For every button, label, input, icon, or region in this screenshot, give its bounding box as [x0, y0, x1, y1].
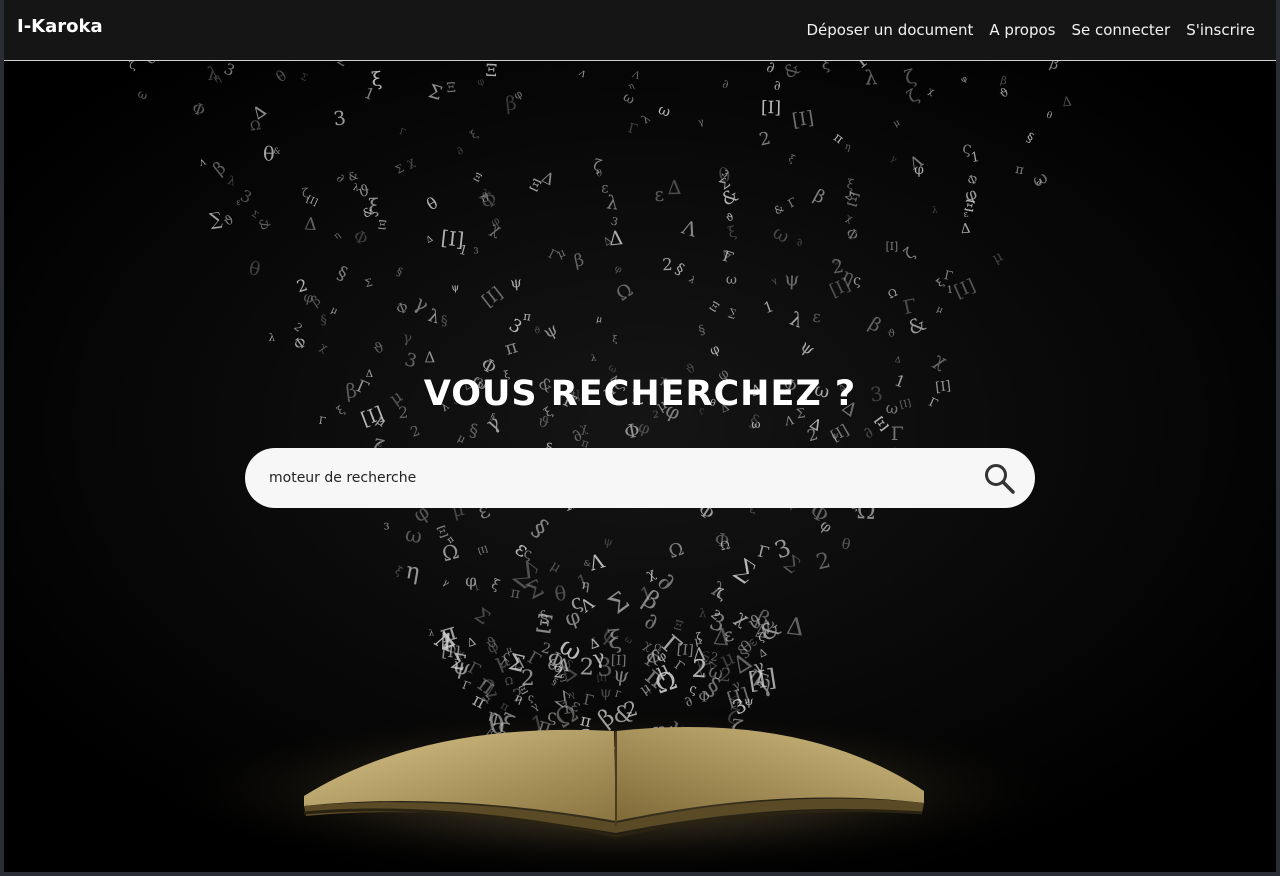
svg-text:2: 2: [662, 255, 673, 274]
svg-text:∂: ∂: [722, 77, 729, 91]
svg-text:3: 3: [383, 522, 390, 532]
navbar: I-Karoka Déposer un document A propos Se…: [4, 0, 1276, 61]
svg-text:[I]: [I]: [596, 672, 607, 683]
hero-section: 2[I]φω3ψξψψεΞπ∑ξςω[I]ΓΩπξΣ§ϑ∆μ§ηΓΞζΦπΣηζ…: [4, 61, 1276, 872]
search-input[interactable]: [269, 448, 959, 508]
svg-text:Δ: Δ: [304, 214, 317, 235]
svg-text:λ: λ: [864, 66, 878, 90]
svg-text:Δ: Δ: [960, 221, 971, 237]
svg-text:θ: θ: [263, 143, 275, 166]
svg-text:1: 1: [946, 284, 953, 295]
svg-text:&: &: [583, 558, 591, 568]
svg-text:ζ: ζ: [128, 61, 136, 72]
svg-text:Δ: Δ: [785, 612, 806, 642]
svg-text:ξ: ξ: [370, 67, 382, 91]
svg-text:λ: λ: [698, 606, 707, 621]
svg-text:φ: φ: [465, 571, 477, 590]
svg-text:Δ: Δ: [512, 654, 525, 673]
svg-text:ε: ε: [812, 307, 821, 327]
svg-text:Φ: Φ: [699, 690, 710, 706]
svg-text:λ: λ: [932, 206, 938, 216]
nav-signup[interactable]: S'inscrire: [1186, 21, 1255, 39]
svg-text:§: §: [320, 313, 327, 328]
svg-text:3: 3: [473, 245, 479, 255]
svg-text:Δ: Δ: [424, 348, 435, 366]
search-icon: [985, 464, 1015, 494]
svg-text:λ: λ: [268, 332, 276, 344]
nav-login[interactable]: Se connecter: [1071, 21, 1170, 39]
svg-text:[I]: [I]: [761, 98, 781, 118]
svg-text:[I]: [I]: [440, 226, 465, 251]
nav-about[interactable]: A propos: [989, 21, 1055, 39]
nav-deposit-document[interactable]: Déposer un document: [806, 21, 973, 39]
brand-logo[interactable]: I-Karoka: [17, 16, 103, 37]
svg-text:§: §: [441, 314, 448, 329]
svg-text:ξ: ξ: [821, 61, 831, 73]
svg-text:Φ: Φ: [714, 530, 730, 551]
svg-text:ξ: ξ: [607, 624, 623, 654]
svg-text:ε: ε: [654, 185, 665, 207]
svg-text:ω: ω: [726, 271, 738, 288]
svg-text:Δ: Δ: [1062, 94, 1073, 110]
search-bar: [245, 448, 1035, 508]
svg-text:ψ: ψ: [509, 274, 522, 292]
nav-links: Déposer un document A propos Se connecte…: [806, 21, 1255, 39]
svg-text:[I]: [I]: [791, 108, 816, 132]
svg-text:ψ: ψ: [831, 430, 839, 442]
svg-text:∆: ∆: [667, 176, 681, 199]
svg-text:∂: ∂: [773, 78, 781, 94]
svg-text:[I]: [I]: [611, 653, 627, 669]
svg-text:ψ: ψ: [600, 684, 612, 701]
svg-text:Ξ: Ξ: [485, 61, 498, 80]
search-button[interactable]: [983, 462, 1017, 496]
svg-text:ε: ε: [601, 181, 608, 197]
svg-text:ψ: ψ: [451, 282, 460, 294]
svg-text:[I]: [I]: [886, 240, 899, 253]
svg-text:Ξ: Ξ: [378, 218, 388, 233]
svg-text:ε: ε: [236, 197, 240, 207]
svg-text:ψ: ψ: [784, 268, 800, 291]
svg-text:Ξ: Ξ: [446, 81, 457, 97]
page: I-Karoka Déposer un document A propos Se…: [4, 0, 1276, 872]
hero-title: VOUS RECHERCHEZ ?: [423, 374, 857, 415]
svg-text:ξ: ξ: [612, 334, 618, 345]
